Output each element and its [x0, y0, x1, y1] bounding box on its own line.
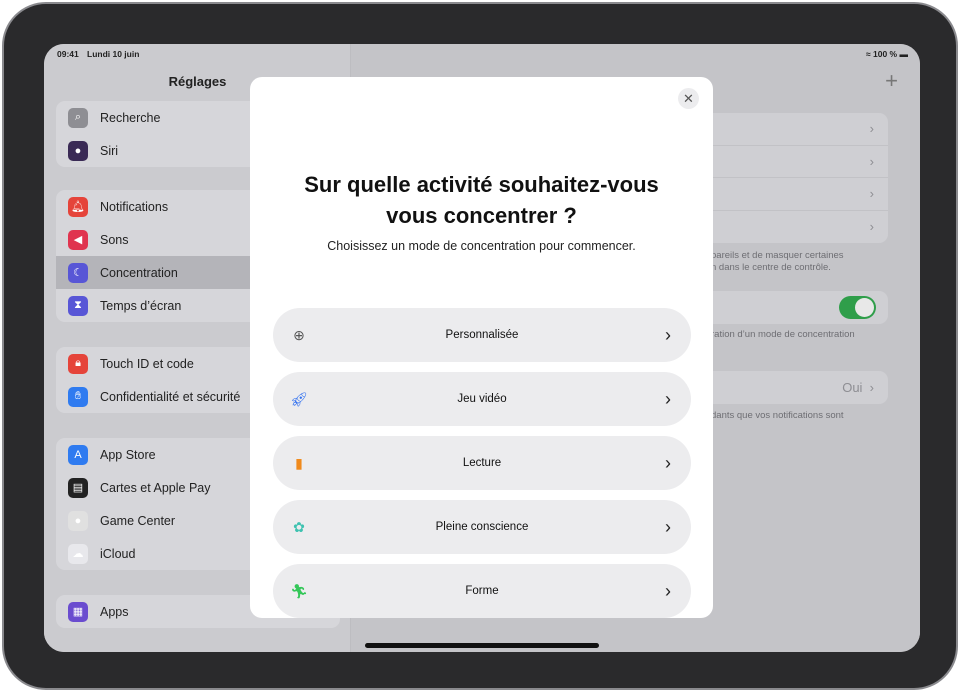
footnote: pareils et de masquer certaines n dans le… — [711, 250, 844, 273]
chevron-right-icon: › — [665, 516, 671, 537]
sidebar-item-label: Cartes et Apple Pay — [100, 480, 211, 495]
focus-option[interactable]: ▮ Lecture › — [273, 436, 691, 490]
option-label: Jeu vidéo — [457, 393, 507, 405]
share-toggle[interactable] — [839, 296, 876, 319]
flower-icon: ✿ — [293, 518, 305, 535]
bell-icon: 🔔︎ — [68, 196, 88, 217]
cloud-icon: ☁ — [68, 543, 88, 564]
sidebar-item-label: App Store — [100, 447, 156, 462]
hourglass-icon: ⧗ — [68, 295, 88, 316]
sidebar-item-label: Game Center — [100, 513, 176, 528]
option-label: Forme — [465, 585, 499, 597]
speaker-icon: ◀ — [68, 229, 88, 250]
search-icon: ⌕ — [68, 107, 88, 128]
chevron-right-icon: › — [665, 324, 671, 345]
option-label: Pleine conscience — [435, 521, 529, 533]
chevron-right-icon: › — [665, 388, 671, 409]
option-label: Personnalisée — [445, 329, 519, 341]
focus-option[interactable]: ⊕ Personnalisée › — [273, 308, 691, 362]
option-label: Lecture — [462, 457, 502, 469]
apps-grid-icon: ▦ — [68, 601, 88, 622]
footnote: ration d’un mode de concentration — [711, 329, 855, 340]
close-button[interactable]: ✕ — [678, 88, 699, 109]
focus-picker-modal: ✕ Sur quelle activité souhaitez-vous vous… — [250, 77, 713, 618]
hand-icon: ✋︎ — [68, 386, 88, 407]
sidebar-item-label: Confidentialité et sécurité — [100, 389, 241, 404]
chevron-right-icon: › — [665, 580, 671, 601]
sidebar-item-label: Touch ID et code — [100, 356, 194, 371]
row-value: Oui — [842, 379, 863, 395]
focus-option[interactable]: 🏃︎ Forme › — [273, 564, 691, 618]
chevron-right-icon: › — [665, 452, 671, 473]
sidebar-item-label: iCloud — [100, 546, 136, 561]
game-center-icon: ● — [68, 510, 88, 531]
book-icon: ▮ — [295, 454, 303, 471]
status-battery: ≈ 100 % ▬ — [865, 49, 908, 59]
focus-option[interactable]: ✿ Pleine conscience › — [273, 500, 691, 554]
status-date: Lundi 10 juin — [87, 49, 140, 59]
status-time: 09:41 — [57, 49, 79, 59]
footnote: dants que vos notifications sont — [711, 410, 844, 421]
sidebar-item-label: Temps d’écran — [100, 298, 182, 313]
modal-subtitle: Choisissez un mode de concentration pour… — [327, 239, 636, 253]
ipad-frame: 09:41 Lundi 10 juin Réglages ⌕ Recherche ●… — [2, 2, 958, 690]
modal-title: Sur quelle activité souhaitez-vous vous c… — [304, 172, 659, 228]
sidebar-item-label: Recherche — [100, 110, 161, 125]
plus-icon[interactable]: + — [885, 68, 898, 94]
moon-icon: ☾ — [68, 262, 88, 283]
plus-circle-icon: ⊕ — [293, 326, 305, 343]
sidebar-item-label: Siri — [100, 143, 119, 158]
rocket-icon: 🚀︎ — [290, 390, 308, 407]
sidebar-item-label: Apps — [100, 604, 129, 619]
siri-icon: ● — [68, 140, 88, 161]
home-indicator[interactable] — [365, 643, 599, 648]
app-store-icon: A — [68, 444, 88, 465]
sidebar-item-label: Notifications — [100, 199, 169, 214]
sidebar-item-label: Concentration — [100, 265, 178, 280]
focus-option[interactable]: 🚀︎ Jeu vidéo › — [273, 372, 691, 426]
lock-icon: 🔒︎ — [68, 353, 88, 374]
wallet-icon: ▤ — [68, 477, 88, 498]
screen: 09:41 Lundi 10 juin Réglages ⌕ Recherche ●… — [44, 44, 920, 652]
running-icon: 🏃︎ — [290, 582, 308, 599]
sidebar-item-label: Sons — [100, 232, 129, 247]
close-icon: ✕ — [683, 90, 694, 106]
